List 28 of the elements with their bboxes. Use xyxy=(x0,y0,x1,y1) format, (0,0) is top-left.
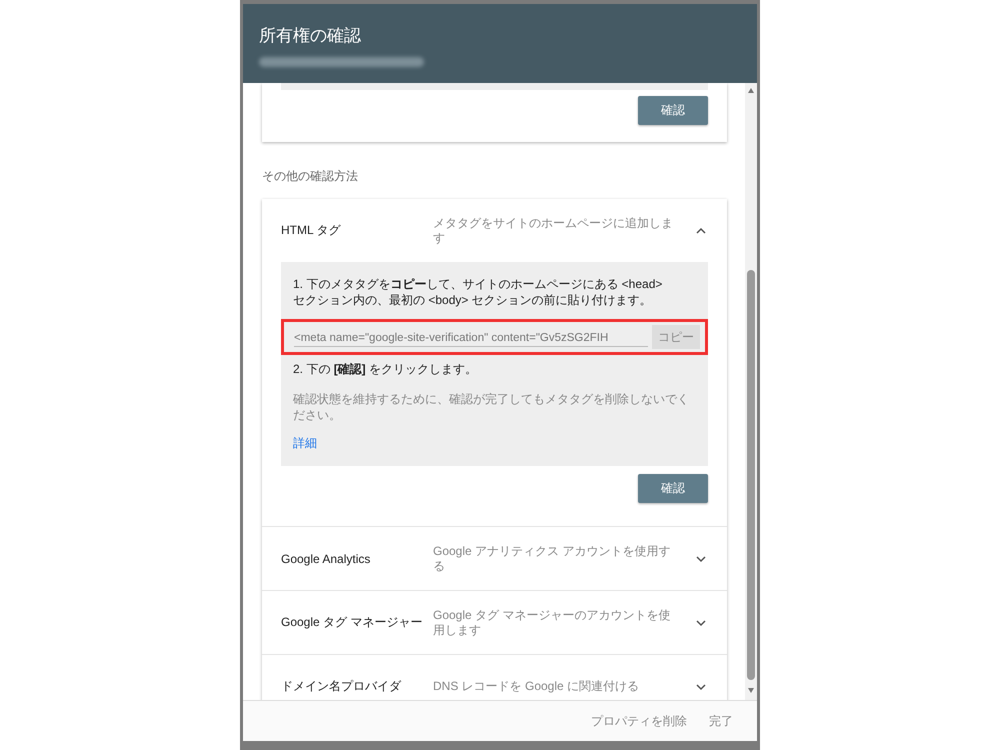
accordion-header[interactable]: HTML タグ メタタグをサイトのホームページに追加します xyxy=(262,199,727,262)
done-button[interactable]: 完了 xyxy=(703,708,739,734)
chevron-down-icon xyxy=(695,554,707,562)
accordion-header[interactable]: Google Analytics Google アナリティクス アカウントを使用する xyxy=(262,527,727,590)
details-link[interactable]: 詳細 xyxy=(293,435,317,452)
section-label: その他の確認方法 xyxy=(262,168,359,185)
method-description: メタタグをサイトのホームページに追加します xyxy=(433,216,674,246)
dialog-title: 所有権の確認 xyxy=(259,25,362,47)
chevron-down-icon xyxy=(695,682,707,690)
copy-button[interactable]: コピー xyxy=(652,325,700,349)
method-title: HTML タグ xyxy=(281,222,342,239)
accordion-header[interactable]: ドメイン名プロバイダ DNS レコードを Google に関連付ける xyxy=(262,655,727,700)
method-description: DNS レコードを Google に関連付ける xyxy=(433,679,640,694)
method-description: Google タグ マネージャーのアカウントを使用します xyxy=(433,608,672,638)
verify-button[interactable]: 確認 xyxy=(638,96,708,125)
scrollbar[interactable] xyxy=(745,83,757,700)
method-title: Google タグ マネージャー xyxy=(281,614,424,631)
chevron-up-icon xyxy=(695,226,707,234)
verify-button[interactable]: 確認 xyxy=(638,474,708,503)
meta-tag-field[interactable]: <meta name="google-site-verification" content="Gv5zSG2FIH xyxy=(294,328,648,346)
method-title: Google Analytics xyxy=(281,552,372,566)
method-title: ドメイン名プロバイダ xyxy=(281,678,402,695)
note-text: 確認状態を維持するために、確認が完了してもメタタグを削除しないでください。 xyxy=(293,391,690,423)
chevron-down-icon xyxy=(695,618,707,626)
step-text: 2. 下の [確認] をクリックします。 xyxy=(293,361,478,377)
method-description: Google アナリティクス アカウントを使用する xyxy=(433,544,672,574)
step-text: 1. 下のメタタグをコピーして、サイトのホームページにある <head> セクション内の、最初の <body> セクションの前に貼り付けます。 xyxy=(293,276,664,308)
delete-property-button[interactable]: プロパティを削除 xyxy=(585,708,693,734)
